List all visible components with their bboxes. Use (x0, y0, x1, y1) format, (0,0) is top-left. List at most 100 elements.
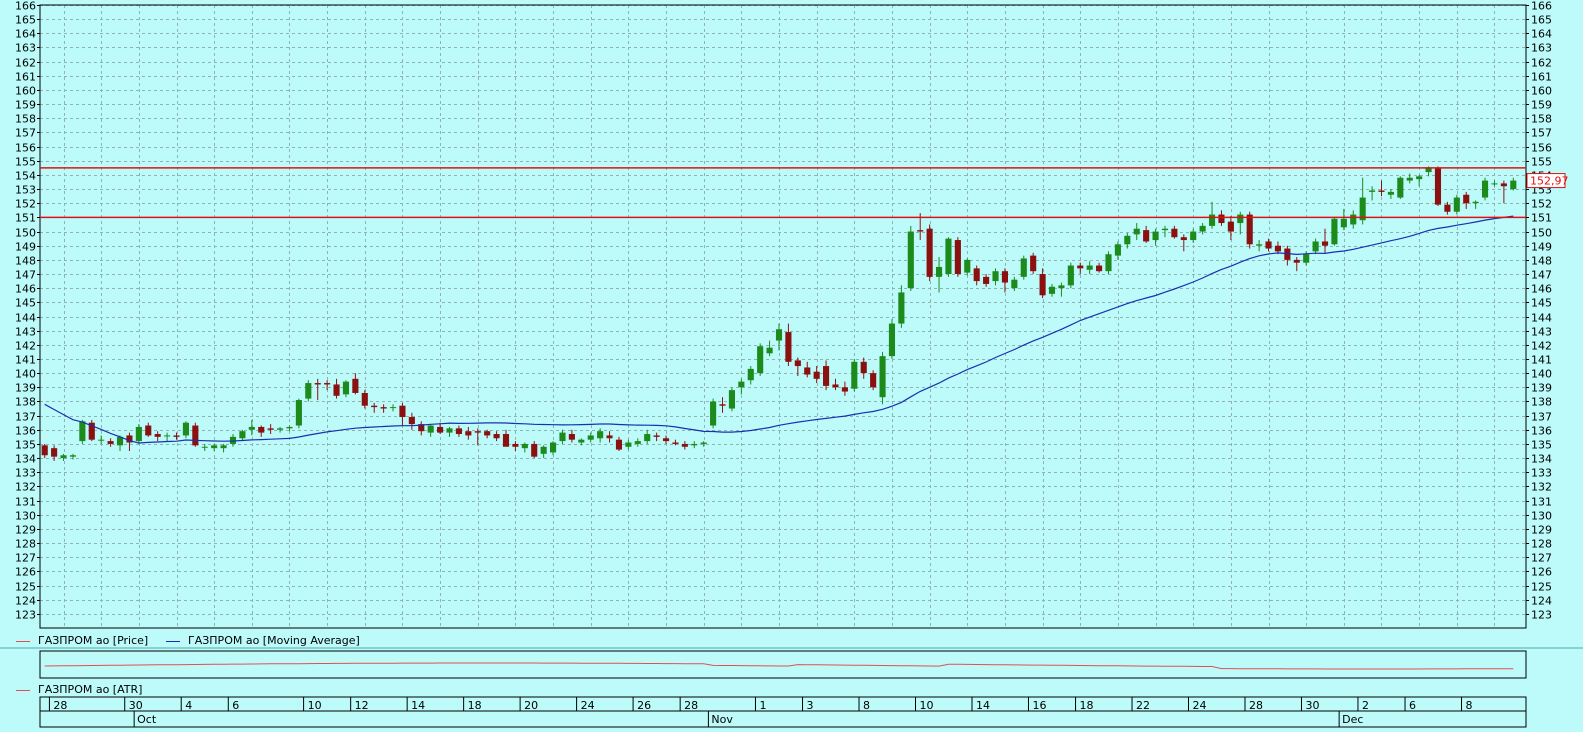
candle-body (1331, 218, 1338, 245)
legend-ma-swatch (166, 640, 180, 642)
y-tick-label-right: 142 (1531, 340, 1552, 353)
candle-body (1124, 235, 1131, 245)
y-tick-label-left: 158 (15, 113, 36, 126)
x-day-label: 8 (1466, 699, 1473, 712)
candle-body (1397, 177, 1404, 198)
y-tick-label-right: 125 (1531, 581, 1552, 594)
y-tick-label-left: 151 (15, 212, 36, 225)
candle-body (1237, 214, 1244, 224)
candle-body (1199, 225, 1206, 232)
candle-body (1463, 194, 1470, 204)
candle-body (662, 438, 670, 442)
y-tick-label-left: 124 (15, 595, 36, 608)
candle-body (587, 435, 594, 440)
candle-body (192, 425, 199, 446)
candle-body (983, 276, 990, 284)
candle-body (653, 435, 660, 437)
y-tick-label-right: 165 (1531, 14, 1552, 27)
candle-body (644, 434, 651, 442)
y-tick-label-right: 144 (1531, 312, 1552, 325)
candle-body (455, 428, 462, 435)
candle-body (935, 266, 943, 277)
y-tick-label-left: 137 (15, 411, 36, 424)
last-price-marker: 152,97 (1526, 173, 1569, 189)
candle-body (437, 426, 444, 433)
candle-body (154, 434, 161, 437)
y-tick-label-right: 140 (1531, 368, 1552, 381)
x-day-label: 28 (1249, 699, 1263, 712)
x-day-label: 10 (308, 699, 322, 712)
candle-body (474, 431, 481, 433)
legend-atr[interactable]: ГАЗПРОМ ао [ATR] (16, 683, 142, 696)
y-tick-label-left: 129 (15, 524, 36, 537)
candle-body (1227, 221, 1234, 232)
y-tick-label-right: 126 (1531, 566, 1552, 579)
plot-frame (39, 4, 1527, 629)
x-day-label: 10 (920, 699, 934, 712)
candle-body (512, 443, 519, 447)
candle-body (738, 381, 745, 388)
legend-ma[interactable]: ГАЗПРОМ ао [Moving Average] (166, 634, 360, 647)
candle-body (502, 434, 510, 447)
x-day-label: 22 (1136, 699, 1150, 712)
y-tick-label-right: 162 (1531, 57, 1552, 70)
candle-body (1434, 167, 1442, 205)
candle-body (907, 231, 914, 289)
x-day-label: 24 (581, 699, 595, 712)
y-tick-label-right: 148 (1531, 255, 1552, 268)
candle-body (578, 439, 585, 443)
candle-body (1067, 265, 1074, 286)
candle-body (427, 425, 434, 433)
y-tick-label-right: 127 (1531, 552, 1552, 565)
candle-body (813, 371, 820, 379)
candle-body (145, 425, 152, 436)
candle-body (1340, 218, 1347, 228)
candle-body (276, 428, 284, 430)
candle-body (785, 332, 792, 362)
legend-atr-swatch (16, 689, 30, 691)
y-tick-label-right: 166 (1531, 0, 1552, 13)
candle-body (1274, 245, 1282, 252)
candle-body (568, 434, 575, 440)
candle-body (1180, 237, 1187, 241)
legend-price[interactable]: ГАЗПРОМ ао [Price] (16, 634, 148, 647)
candle-body (700, 442, 707, 444)
y-tick-label-left: 139 (15, 382, 36, 395)
candle-body (747, 368, 754, 381)
candle-body (1020, 258, 1027, 277)
candle-body (597, 431, 604, 439)
y-tick-label-right: 149 (1531, 241, 1552, 254)
candle-body (1161, 228, 1169, 231)
candle-body (1293, 259, 1300, 263)
candle-body (888, 323, 896, 357)
candle-body (79, 421, 86, 442)
candle-body (1086, 265, 1093, 270)
y-tick-label-left: 127 (15, 552, 36, 565)
candle-body (540, 446, 547, 454)
x-day-label: 28 (53, 699, 67, 712)
candle-body (1077, 265, 1084, 269)
y-tick-label-right: 139 (1531, 382, 1552, 395)
candle-body (945, 238, 952, 275)
y-tick-label-right: 146 (1531, 283, 1552, 296)
y-tick-label-right: 163 (1531, 42, 1552, 55)
candle-body (1001, 271, 1008, 283)
x-day-label: 18 (468, 699, 482, 712)
candle-body (728, 390, 735, 409)
candle-body (51, 448, 58, 457)
atr-line (44, 662, 1514, 670)
y-tick-label-right: 130 (1531, 510, 1552, 523)
y-tick-label-left: 153 (15, 184, 36, 197)
candle-body (1406, 177, 1413, 181)
candle-body (352, 378, 359, 393)
candle-body (324, 383, 331, 385)
time-axis: 28 30 4 6 10 12 14 18 20 24 26 28 1 3 8 10 14 16 18 22 24 28 3… (39, 696, 1527, 728)
y-tick-label-left: 147 (15, 269, 36, 282)
candle-body (248, 426, 255, 430)
candle-body (286, 426, 293, 429)
y-tick-label-right: 133 (1531, 467, 1552, 480)
y-tick-label-left: 166 (15, 0, 36, 13)
candle-body (766, 347, 773, 354)
candle-body (775, 329, 783, 341)
y-tick-label-right: 135 (1531, 439, 1552, 452)
